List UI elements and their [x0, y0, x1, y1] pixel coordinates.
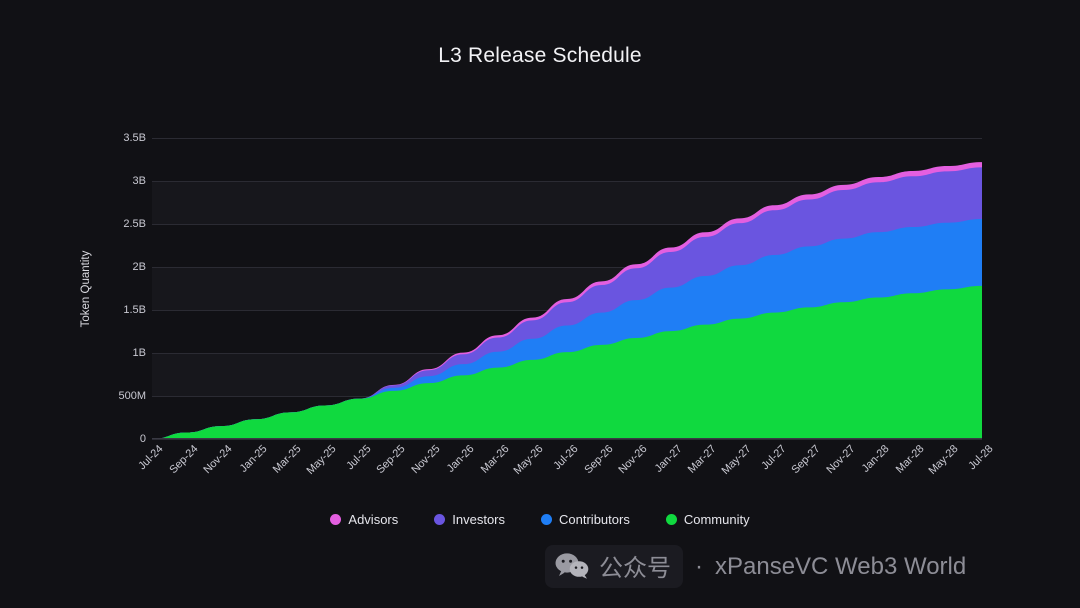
- x-axis-tick-label: Mar-26: [478, 443, 512, 476]
- plot-area: [152, 138, 982, 440]
- x-axis-tick-label: Nov-26: [616, 443, 650, 477]
- x-axis-tick-label: Sep-24: [166, 443, 201, 477]
- legend-label: Advisors: [348, 512, 399, 527]
- legend-swatch-icon: [330, 514, 342, 525]
- legend-item-community[interactable]: Community: [665, 512, 750, 527]
- legend-item-investors[interactable]: Investors: [434, 512, 505, 527]
- x-axis-tick-label: Sep-27: [789, 443, 823, 477]
- x-axis-tick-label: May-27: [719, 443, 754, 478]
- watermark-badge: 公众号: [545, 545, 683, 588]
- x-axis-tick-label: Sep-26: [581, 443, 616, 477]
- y-axis-tick-label: 2.5B: [123, 218, 146, 230]
- x-axis: Jul-24 Sep-24 Nov-24 Jan-25 Mar-25 May-25 Jul-…: [136, 443, 995, 501]
- x-axis-tick-label: Mar-27: [686, 443, 719, 476]
- legend-swatch-icon: [541, 514, 553, 525]
- x-axis-tick-label: Jul-24: [136, 443, 166, 473]
- stacked-area-series: [152, 162, 982, 439]
- watermark-separator: ·: [695, 552, 703, 580]
- x-axis-tick-label: Nov-27: [823, 443, 858, 477]
- legend-swatch-icon: [434, 514, 446, 525]
- gridline: [152, 439, 982, 440]
- x-axis-tick-label: Mar-25: [271, 443, 304, 476]
- page-title: L3 Release Schedule: [438, 44, 642, 67]
- x-axis-tick-label: Jul-25: [343, 443, 373, 473]
- y-axis-tick-label: 3B: [132, 175, 146, 187]
- y-axis-tick-label: 0: [139, 433, 146, 445]
- chart-legend: Advisors Investors Contributors Community: [0, 512, 1080, 527]
- x-axis-tick-label: Nov-25: [408, 443, 443, 477]
- wechat-icon: [555, 552, 589, 580]
- watermark-brand: xPanseVC Web3 World: [715, 552, 967, 580]
- legend-item-advisors[interactable]: Advisors: [330, 512, 398, 527]
- watermark: 公众号 · xPanseVC Web3 World: [545, 545, 966, 588]
- y-axis: 0 500M 1B 1.5B 2B 2.5B 3B 3.5B: [80, 132, 146, 445]
- x-axis-tick-label: Jul-27: [758, 443, 788, 473]
- x-axis-tick-label: Jan-28: [859, 443, 892, 475]
- y-axis-tick-label: 1B: [132, 347, 146, 359]
- legend-item-contributors[interactable]: Contributors: [541, 512, 630, 527]
- x-axis-tick-label: Mar-28: [893, 443, 927, 476]
- x-axis-tick-label: Jan-27: [652, 443, 685, 475]
- y-axis-tick-label: 500M: [118, 390, 146, 402]
- y-axis-tick-label: 1.5B: [123, 304, 146, 316]
- x-axis-baseline: [152, 438, 982, 439]
- chart-page: L3 Release Schedule Token Quantity 0 500M…: [0, 0, 1080, 608]
- x-axis-tick-label: Jan-25: [237, 443, 270, 475]
- series-layer: [152, 138, 982, 439]
- y-axis-tick-label: 3.5B: [123, 132, 146, 144]
- legend-label: Investors: [452, 512, 506, 527]
- x-axis-tick-label: Jul-26: [551, 443, 581, 473]
- x-axis-tick-label: Jul-28: [966, 443, 996, 473]
- legend-label: Contributors: [559, 512, 630, 527]
- x-axis-tick-label: May-28: [926, 443, 961, 478]
- x-axis-tick-label: Nov-24: [201, 443, 235, 477]
- watermark-label: 公众号: [599, 555, 671, 582]
- legend-swatch-icon: [665, 514, 677, 525]
- y-axis-tick-label: 2B: [132, 261, 146, 273]
- x-axis-tick-label: Jan-26: [444, 443, 477, 475]
- x-axis-tick-label: May-25: [304, 443, 339, 478]
- x-axis-tick-label: May-26: [511, 443, 546, 478]
- x-axis-tick-label: Sep-25: [374, 443, 408, 477]
- legend-label: Community: [683, 512, 750, 527]
